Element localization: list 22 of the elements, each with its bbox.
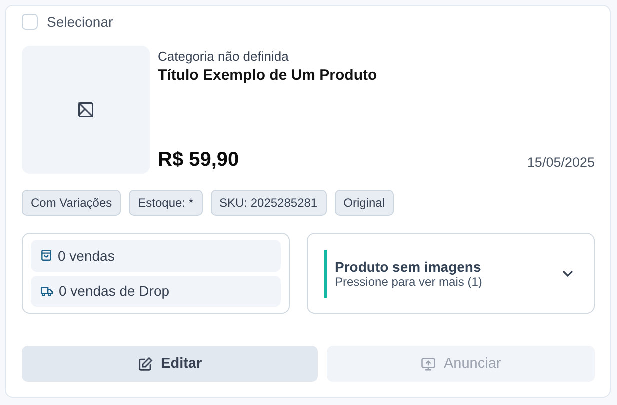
- sales-row: 0 vendas de Drop: [31, 276, 281, 307]
- edit-icon: [138, 356, 154, 372]
- product-price: R$ 59,90: [158, 149, 240, 172]
- notice-title: Produto sem imagens: [335, 258, 482, 274]
- sales-row: 0 vendas: [31, 240, 281, 272]
- product-tag: Original: [334, 190, 394, 216]
- chevron-icon[interactable]: [562, 270, 574, 278]
- product-tag: Estoque: *: [129, 190, 203, 216]
- no-image-icon: [77, 101, 95, 119]
- monitor-upload-icon: [420, 356, 436, 372]
- product-tag: Com Variações: [22, 190, 122, 216]
- notice-panel[interactable]: Produto sem imagens Pressione para ver mais (1): [307, 233, 595, 314]
- select-checkbox[interactable]: [22, 14, 38, 30]
- product-category: Categoria não definida: [158, 49, 290, 64]
- product-tag: SKU: 2025285281: [210, 190, 327, 216]
- notice-subtitle: Pressione para ver mais (1): [335, 274, 484, 288]
- edit-button[interactable]: Editar: [22, 346, 318, 382]
- bag-icon: [40, 249, 53, 262]
- select-label[interactable]: Selecionar: [47, 14, 114, 30]
- product-title: Título Exemplo de Um Produto: [158, 67, 378, 84]
- truck-icon: [40, 284, 54, 298]
- product-date: 15/05/2025: [527, 155, 595, 172]
